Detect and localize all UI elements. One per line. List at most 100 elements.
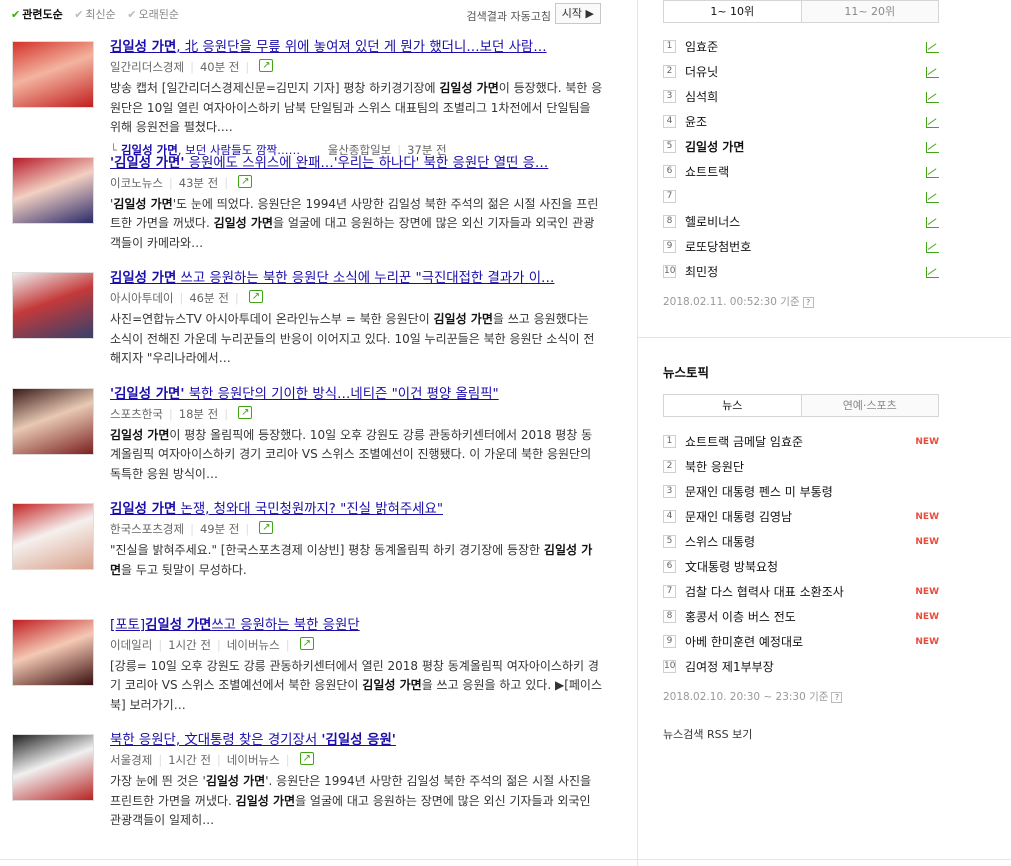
news-title-link[interactable]: 김일성 가면 쓰고 응원하는 북한 응원단 소식에 누리꾼 "극진대접한 결과가… xyxy=(110,269,603,289)
news-thumbnail[interactable] xyxy=(12,387,94,455)
realtime-rank-item[interactable]: 2 더유닛 xyxy=(663,60,939,85)
news-body: 김일성 가면 논쟁, 청와대 국민청원까지? "진실 밝혀주세요" 한국스포츠경제… xyxy=(110,500,603,580)
realtime-rank-item[interactable]: 4 윤조 xyxy=(663,110,939,135)
meta-separator: | xyxy=(245,60,250,74)
topic-keyword[interactable]: 스위스 대통령 xyxy=(685,530,755,555)
sort-latest[interactable]: ✔ 최신순 xyxy=(74,6,116,22)
rank-keyword[interactable]: 최민정 xyxy=(685,260,718,285)
news-summary: 가장 눈에 띈 것은 '김일성 가면'. 응원단은 1994년 사망한 김일성 … xyxy=(110,772,603,831)
news-title-link[interactable]: 북한 응원단, 文대통령 찾은 경기장서 '김일성 응원' xyxy=(110,731,603,751)
news-title-link[interactable]: '김일성 가면' 북한 응원단의 기이한 방식…네티즌 "이건 평양 올림픽" xyxy=(110,385,603,405)
rank-keyword[interactable]: 심석희 xyxy=(685,85,718,110)
tab-rank-1-10[interactable]: 1~ 10위 xyxy=(664,1,802,22)
rank-keyword[interactable]: 쇼트트랙 xyxy=(685,160,729,185)
topic-keyword[interactable]: 쇼트트랙 금메달 임효준 xyxy=(685,430,803,455)
news-source[interactable]: 일간리더스경제 xyxy=(110,60,184,74)
rank-keyword[interactable]: 헬로비너스 xyxy=(685,210,740,235)
tab-topic-news[interactable]: 뉴스 xyxy=(664,395,802,416)
news-title-link[interactable]: 김일성 가면 논쟁, 청와대 국민청원까지? "진실 밝혀주세요" xyxy=(110,500,603,520)
topic-keyword[interactable]: 文대통령 방북요청 xyxy=(685,555,778,580)
help-icon[interactable]: ? xyxy=(831,692,843,703)
news-body: '김일성 가면' 응원에도 스위스에 완패…'우리는 하나다' 북한 응원단 열… xyxy=(110,154,603,254)
news-thumbnail[interactable] xyxy=(12,272,94,339)
topic-rank-item[interactable]: 2 북한 응원단 xyxy=(663,455,939,480)
rss-link[interactable]: 뉴스검색 RSS 보기 xyxy=(663,726,939,742)
realtime-tabs: 1~ 10위 11~ 20위 xyxy=(663,0,939,23)
realtime-rank-item[interactable]: 1 임효준 xyxy=(663,35,939,60)
share-icon[interactable] xyxy=(238,172,253,191)
rank-keyword[interactable]: 더유닛 xyxy=(685,60,718,85)
meta-separator: | xyxy=(285,753,290,767)
news-thumbnail[interactable] xyxy=(12,156,94,224)
topic-keyword[interactable]: 김여정 제1부부장 xyxy=(685,655,774,680)
realtime-rank-item[interactable]: 8 헬로비너스 xyxy=(663,210,939,235)
tab-rank-11-20[interactable]: 11~ 20위 xyxy=(801,1,938,22)
news-source[interactable]: 한국스포츠경제 xyxy=(110,522,184,536)
realtime-rank-item[interactable]: 5 김일성 가면 xyxy=(663,135,939,160)
new-badge: NEW xyxy=(915,537,939,547)
meta-separator: | xyxy=(190,60,194,74)
topic-keyword[interactable]: 검찰 다스 협력사 대표 소환조사 xyxy=(685,580,844,605)
news-thumbnail[interactable] xyxy=(12,503,94,570)
auto-refresh-start-button[interactable]: 시작 ▶ xyxy=(554,3,601,24)
topic-keyword[interactable]: 문재인 대통령 펜스 미 부통령 xyxy=(685,480,833,505)
topic-rank-item[interactable]: 3 문재인 대통령 펜스 미 부통령 xyxy=(663,480,939,505)
news-thumbnail[interactable] xyxy=(12,41,94,108)
news-title-link[interactable]: '김일성 가면' 응원에도 스위스에 완패…'우리는 하나다' 북한 응원단 열… xyxy=(110,154,603,174)
meta-separator: | xyxy=(168,406,173,421)
rank-keyword[interactable]: 로또당첨번호 xyxy=(685,235,751,260)
rank-keyword[interactable]: 임효준 xyxy=(685,35,718,60)
realtime-rank-item[interactable]: 7 xyxy=(663,185,939,210)
topic-rank-item[interactable]: 7 검찰 다스 협력사 대표 소환조사 NEW xyxy=(663,580,939,605)
news-title-link[interactable]: 김일성 가면, 北 응원단을 무릎 위에 놓여져 있던 게 뭔가 했더니…보던 … xyxy=(110,38,603,58)
share-icon[interactable] xyxy=(299,749,314,768)
realtime-rank-item[interactable]: 10 최민정 xyxy=(663,260,939,285)
share-icon[interactable] xyxy=(248,287,263,306)
help-icon[interactable]: ? xyxy=(802,297,814,308)
text-fragment: 사진=연합뉴스TV 아시아투데이 온라인뉴스부 = 북한 응원단이 xyxy=(110,312,434,326)
news-thumbnail[interactable] xyxy=(12,618,94,686)
sort-relevance[interactable]: ✔ 관련도순 xyxy=(11,6,63,22)
topic-keyword[interactable]: 북한 응원단 xyxy=(685,455,744,480)
naver-news-link[interactable]: 네이버뉴스 xyxy=(227,638,280,652)
news-body: 북한 응원단, 文대통령 찾은 경기장서 '김일성 응원' 서울경제 | 1시간 전 |… xyxy=(110,731,603,831)
share-icon[interactable] xyxy=(238,403,253,422)
news-source[interactable]: 스포츠한국 xyxy=(110,407,163,421)
news-meta: 스포츠한국 | 18분 전 | xyxy=(110,403,603,424)
topic-rank-item[interactable]: 8 홍콩서 이층 버스 전도 NEW xyxy=(663,605,939,630)
news-source[interactable]: 이코노뉴스 xyxy=(110,176,163,190)
auto-refresh-label: 검색결과 자동고침 xyxy=(466,10,551,23)
realtime-rank-item[interactable]: 6 쇼트트랙 xyxy=(663,160,939,185)
keyword-highlight: 김일성 가면 xyxy=(110,271,177,286)
keyword-highlight: '김일성 가면' xyxy=(110,155,185,171)
news-thumbnail[interactable] xyxy=(12,734,94,801)
topic-rank-item[interactable]: 1 쇼트트랙 금메달 임효준 NEW xyxy=(663,430,939,455)
tab-topic-entertainment[interactable]: 연예·스포츠 xyxy=(801,395,938,416)
topic-rank-item[interactable]: 6 文대통령 방북요청 xyxy=(663,555,939,580)
sort-oldest[interactable]: ✔ 오래된순 xyxy=(127,6,179,22)
news-title-link[interactable]: [포토]김일성 가면쓰고 응원하는 북한 응원단 xyxy=(110,616,603,636)
topic-rank-item[interactable]: 5 스위스 대통령 NEW xyxy=(663,530,939,555)
news-source[interactable]: 서울경제 xyxy=(110,753,152,767)
topic-rank-item[interactable]: 10 김여정 제1부부장 xyxy=(663,655,939,680)
topic-keyword[interactable]: 아베 한미훈련 예정대로 xyxy=(685,630,803,655)
rank-keyword[interactable]: 김일성 가면 xyxy=(685,135,744,160)
rank-number: 9 xyxy=(663,240,676,253)
keyword-highlight: 김일성 가면 xyxy=(113,196,173,211)
realtime-rank-item[interactable]: 9 로또당첨번호 xyxy=(663,235,939,260)
topic-keyword[interactable]: 홍콩서 이층 버스 전도 xyxy=(685,605,796,630)
share-icon[interactable] xyxy=(259,56,274,75)
share-icon[interactable] xyxy=(259,518,274,537)
naver-news-link[interactable]: 네이버뉴스 xyxy=(227,753,280,767)
share-icon[interactable] xyxy=(299,634,314,653)
topic-rank-item[interactable]: 4 문재인 대통령 김영남 NEW xyxy=(663,505,939,530)
topic-timestamp: 2018.02.10. 20:30 ~ 23:30 기준? xyxy=(663,689,939,704)
news-source[interactable]: 이데일리 xyxy=(110,638,152,652)
news-source[interactable]: 아시아투데이 xyxy=(110,291,173,305)
topic-tabs: 뉴스 연예·스포츠 xyxy=(663,394,939,417)
rank-keyword[interactable]: 윤조 xyxy=(685,110,707,135)
trend-up-icon xyxy=(926,92,939,103)
realtime-rank-item[interactable]: 3 심석희 xyxy=(663,85,939,110)
topic-keyword[interactable]: 문재인 대통령 김영남 xyxy=(685,505,792,530)
topic-rank-item[interactable]: 9 아베 한미훈련 예정대로 NEW xyxy=(663,630,939,655)
